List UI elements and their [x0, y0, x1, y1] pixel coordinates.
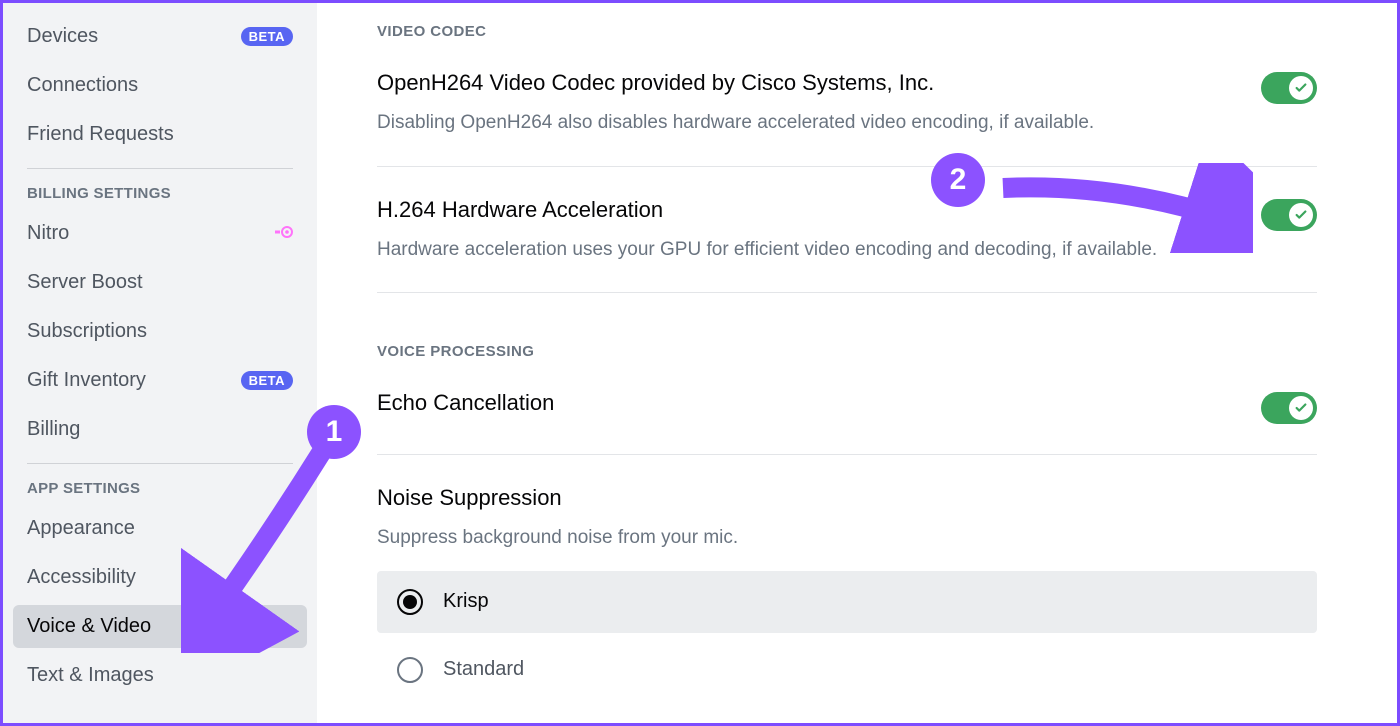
- sidebar-item-label: Connections: [27, 74, 138, 97]
- sidebar-item-devices[interactable]: Devices BETA: [13, 15, 307, 58]
- section-heading-video-codec: VIDEO CODEC: [377, 23, 1317, 40]
- radio-icon: [397, 657, 423, 683]
- sidebar-item-billing[interactable]: Billing: [13, 408, 307, 451]
- beta-badge: BETA: [241, 371, 293, 390]
- sidebar-item-connections[interactable]: Connections: [13, 64, 307, 107]
- sidebar-item-label: Text & Images: [27, 664, 154, 687]
- main-divider: [377, 292, 1317, 293]
- main-content: VIDEO CODEC OpenH264 Video Codec provide…: [317, 3, 1397, 723]
- beta-badge: BETA: [241, 27, 293, 46]
- check-icon: [1294, 81, 1308, 95]
- radio-label: Krisp: [443, 590, 489, 613]
- setting-title: OpenH264 Video Codec provided by Cisco S…: [377, 70, 1094, 96]
- radio-option-standard[interactable]: Standard: [377, 647, 1317, 693]
- sidebar-divider: [27, 168, 293, 169]
- sidebar-item-label: Billing: [27, 418, 80, 441]
- setting-h264-accel: H.264 Hardware Acceleration Hardware acc…: [377, 197, 1317, 263]
- sidebar-item-label: Devices: [27, 25, 98, 48]
- setting-desc: Hardware acceleration uses your GPU for …: [377, 237, 1157, 263]
- setting-desc: Disabling OpenH264 also disables hardwar…: [377, 110, 1094, 136]
- sidebar-item-server-boost[interactable]: Server Boost: [13, 261, 307, 304]
- setting-openh264: OpenH264 Video Codec provided by Cisco S…: [377, 70, 1317, 136]
- nitro-icon: [275, 225, 293, 242]
- setting-title: Noise Suppression: [377, 485, 1317, 511]
- sidebar-heading-billing: BILLING SETTINGS: [13, 185, 307, 212]
- sidebar-item-label: Voice & Video: [27, 615, 151, 638]
- sidebar-item-subscriptions[interactable]: Subscriptions: [13, 310, 307, 353]
- sidebar-item-voice-video[interactable]: Voice & Video: [13, 605, 307, 648]
- toggle-knob: [1289, 203, 1313, 227]
- radio-icon: [397, 589, 423, 615]
- sidebar-item-label: Appearance: [27, 517, 135, 540]
- sidebar-item-nitro[interactable]: Nitro: [13, 212, 307, 255]
- sidebar-item-label: Subscriptions: [27, 320, 147, 343]
- setting-desc: Suppress background noise from your mic.: [377, 525, 1317, 551]
- toggle-openh264[interactable]: [1261, 72, 1317, 104]
- sidebar-item-gift-inventory[interactable]: Gift Inventory BETA: [13, 359, 307, 402]
- check-icon: [1294, 208, 1308, 222]
- setting-text: H.264 Hardware Acceleration Hardware acc…: [377, 197, 1157, 263]
- toggle-echo-cancel[interactable]: [1261, 392, 1317, 424]
- check-icon: [1294, 401, 1308, 415]
- main-divider: [377, 454, 1317, 455]
- section-heading-voice-processing: VOICE PROCESSING: [377, 343, 1317, 360]
- radio-inner: [403, 595, 417, 609]
- toggle-knob: [1289, 76, 1313, 100]
- sidebar-item-label: Accessibility: [27, 566, 136, 589]
- setting-text: OpenH264 Video Codec provided by Cisco S…: [377, 70, 1094, 136]
- sidebar-divider: [27, 463, 293, 464]
- setting-echo-cancel: Echo Cancellation: [377, 390, 1317, 424]
- sidebar-item-label: Nitro: [27, 222, 69, 245]
- sidebar-item-text-images[interactable]: Text & Images: [13, 654, 307, 697]
- setting-title: Echo Cancellation: [377, 390, 554, 416]
- sidebar-heading-app: APP SETTINGS: [13, 480, 307, 507]
- sidebar-item-label: Friend Requests: [27, 123, 174, 146]
- radio-option-krisp[interactable]: Krisp: [377, 571, 1317, 633]
- toggle-h264-accel[interactable]: [1261, 199, 1317, 231]
- toggle-knob: [1289, 396, 1313, 420]
- sidebar-item-label: Server Boost: [27, 271, 143, 294]
- setting-noise-suppression: Noise Suppression Suppress background no…: [377, 485, 1317, 693]
- main-divider: [377, 166, 1317, 167]
- setting-title: H.264 Hardware Acceleration: [377, 197, 1157, 223]
- sidebar: Devices BETA Connections Friend Requests…: [3, 3, 317, 723]
- sidebar-item-accessibility[interactable]: Accessibility: [13, 556, 307, 599]
- radio-label: Standard: [443, 658, 524, 681]
- sidebar-item-appearance[interactable]: Appearance: [13, 507, 307, 550]
- sidebar-item-label: Gift Inventory: [27, 369, 146, 392]
- sidebar-item-friend-requests[interactable]: Friend Requests: [13, 113, 307, 156]
